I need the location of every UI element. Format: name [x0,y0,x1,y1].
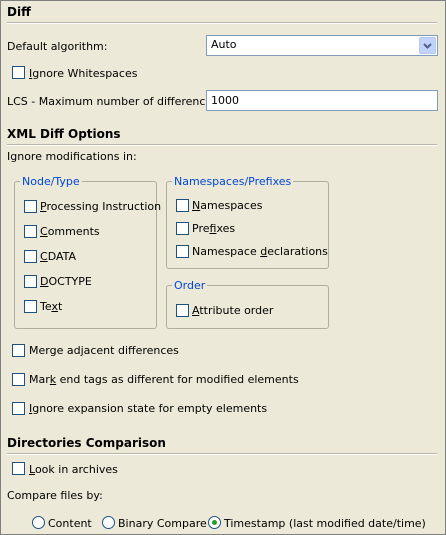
default-algorithm-select[interactable]: Auto [206,35,438,56]
text-checkbox[interactable] [24,300,37,313]
compare-binary-label: Binary Compare [118,517,207,530]
processing-instruction-label: Processing Instruction [40,200,162,213]
comments-label: Comments [40,225,100,238]
attribute-order-checkbox[interactable] [176,304,189,317]
comments-checkbox[interactable] [24,225,37,238]
compare-content-radio[interactable] [32,516,45,529]
merge-adjacent-differences-label: Merge adjacent differences [29,344,179,357]
text-label: Text [40,300,63,313]
ignore-whitespaces-label: Ignore Whitespaces [29,67,138,80]
section-separator [7,144,437,146]
doctype-label: DOCTYPE [40,275,92,288]
attribute-order-label: Attribute order [192,304,274,317]
default-algorithm-label: Default algorithm: [7,40,108,53]
prefixes-label: Prefixes [192,222,236,235]
namespaces-checkbox[interactable] [176,199,189,212]
namespace-declarations-checkbox[interactable] [176,245,189,258]
radio-selected-dot [212,520,217,525]
chevron-down-icon[interactable] [419,37,436,54]
order-group-title: Order [172,279,208,292]
compare-timestamp-radio[interactable] [208,516,221,529]
compare-binary-radio[interactable] [102,516,115,529]
cdata-label: CDATA [40,250,77,263]
cdata-checkbox[interactable] [24,250,37,263]
compare-files-by-label: Compare files by: [7,489,103,502]
mark-end-tags-label: Mark end tags as different for modified … [29,373,299,386]
namespace-declarations-label: Namespace declarations [192,245,328,258]
diff-preferences-panel: Diff Default algorithm: Auto Ignore Whit… [0,0,446,535]
section-title-xml-diff: XML Diff Options [7,127,121,141]
ignore-modifications-label: Ignore modifications in: [7,150,137,163]
lcs-max-differences-input[interactable]: 1000 [206,90,438,111]
doctype-checkbox[interactable] [24,275,37,288]
default-algorithm-value: Auto [211,38,237,51]
look-in-archives-label: Look in archives [29,463,118,476]
section-separator [7,22,437,24]
mark-end-tags-checkbox[interactable] [12,373,25,386]
look-in-archives-checkbox[interactable] [12,462,25,475]
namespaces-label: Namespaces [192,199,263,212]
section-title-directories: Directories Comparison [7,436,166,450]
section-separator [7,453,437,455]
lcs-value: 1000 [211,94,239,107]
processing-instruction-checkbox[interactable] [24,200,37,213]
compare-content-label: Content [48,517,92,530]
namespaces-prefixes-group-title: Namespaces/Prefixes [172,175,294,188]
ignore-whitespaces-checkbox[interactable] [12,66,25,79]
ignore-expansion-state-label: Ignore expansion state for empty element… [29,402,268,415]
node-type-group-title: Node/Type [20,175,82,188]
ignore-expansion-state-checkbox[interactable] [12,402,25,415]
section-title-diff: Diff [7,5,31,19]
merge-adjacent-differences-checkbox[interactable] [12,344,25,357]
prefixes-checkbox[interactable] [176,222,189,235]
compare-timestamp-label: Timestamp (last modified date/time) [224,517,426,530]
lcs-label: LCS - Maximum number of differences: [7,95,222,108]
